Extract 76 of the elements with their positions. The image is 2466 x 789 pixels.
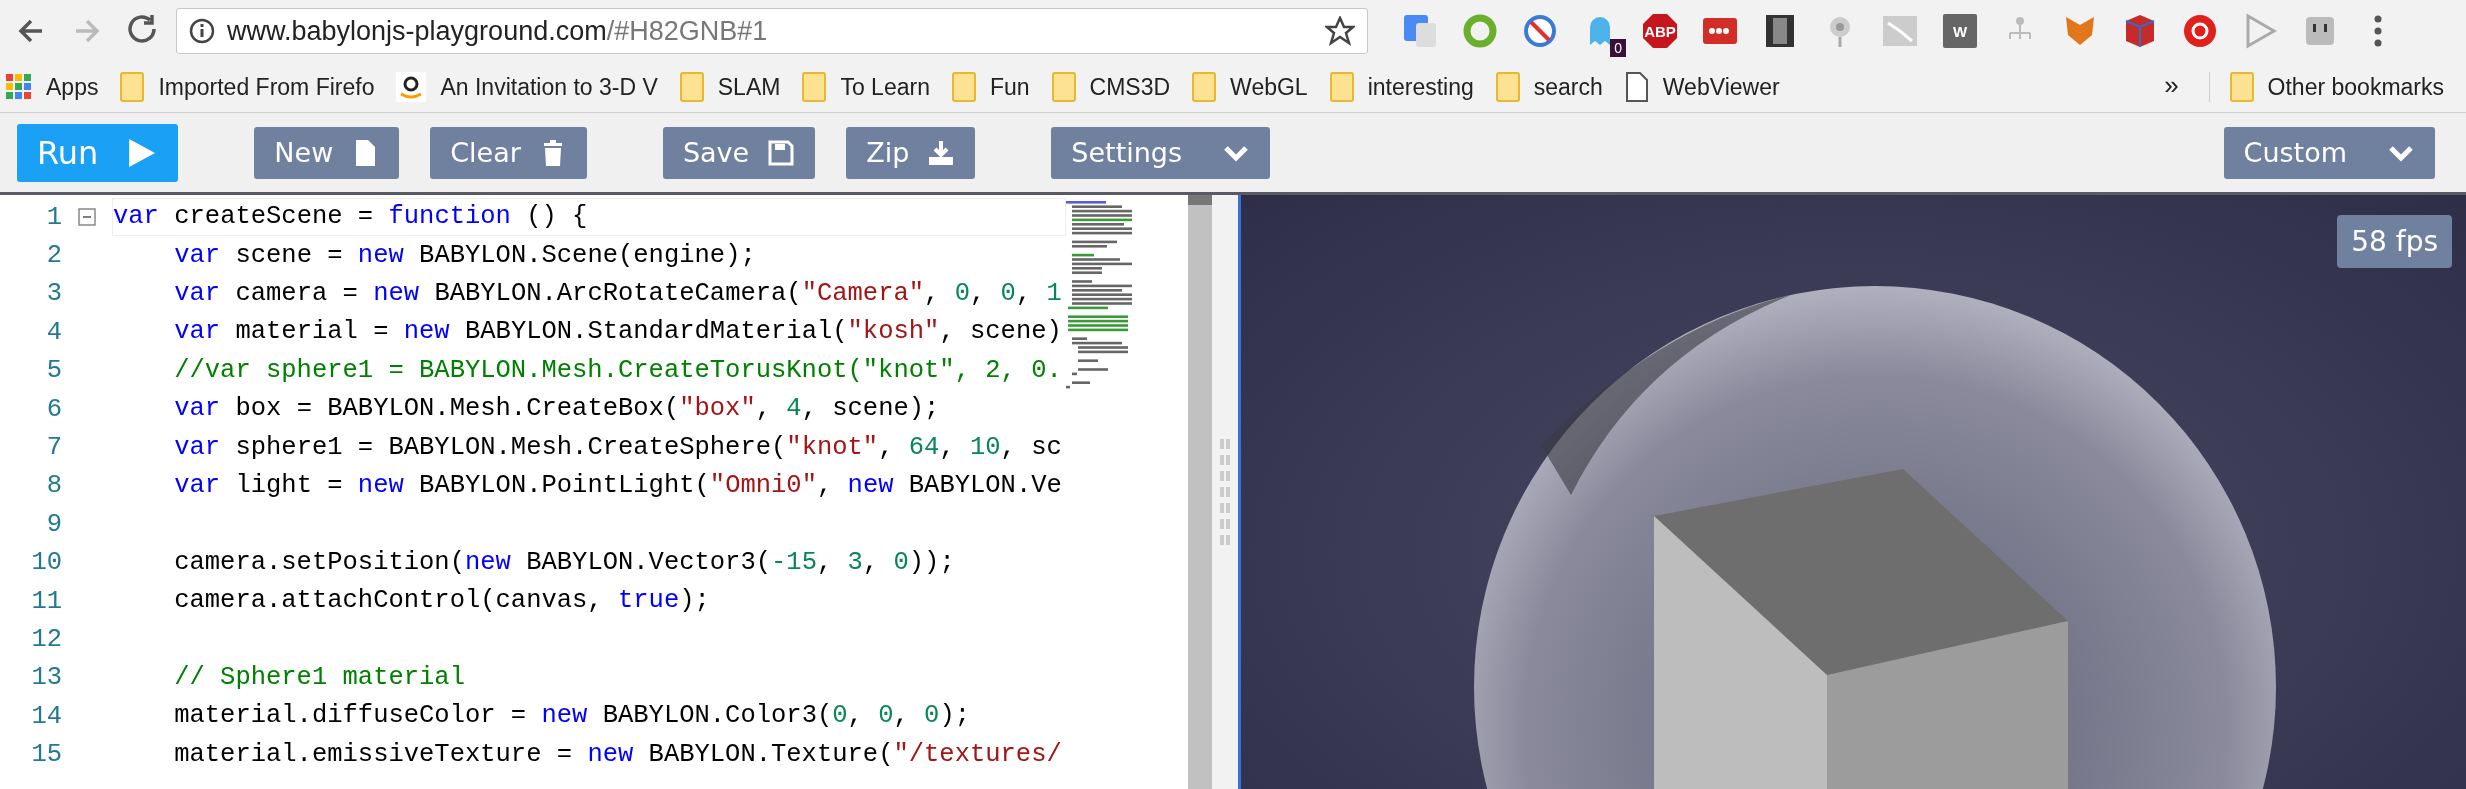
line-number: 4 xyxy=(45,317,62,347)
line-number: 12 xyxy=(30,625,62,654)
blocked-icon[interactable] xyxy=(1522,13,1558,49)
code-line: // Sphere1 material xyxy=(174,661,465,694)
bookmark-link[interactable]: interesting xyxy=(1367,73,1474,101)
bookmark-link[interactable]: WebGL xyxy=(1230,73,1308,101)
code-line: var box = BABYLON.Mesh.CreateBox("box", 4, scene); xyxy=(174,393,940,426)
letter-icon[interactable]: W xyxy=(1942,13,1978,49)
line-number: 2 xyxy=(45,241,62,271)
line-number: 6 xyxy=(45,394,62,424)
folder-icon xyxy=(1329,72,1354,102)
bookmark-link[interactable]: Imported From Firefo xyxy=(158,73,375,101)
bookmark-link[interactable]: Fun xyxy=(989,73,1030,101)
code-line: camera.attachControl(canvas, true); xyxy=(174,585,710,618)
code-line: var material = new BABYLON.StandardMaterial("kosh", scene) xyxy=(174,316,1062,349)
code-line: var camera = new BABYLON.ArcRotateCamera("Camera", 0, 0, 1 xyxy=(174,277,1062,310)
line-number: 13 xyxy=(30,663,62,693)
ring-icon[interactable] xyxy=(1462,13,1498,49)
bookmark-link[interactable]: WebViewer xyxy=(1662,73,1780,101)
line-number: 10 xyxy=(30,548,62,578)
line-number: 14 xyxy=(30,701,62,731)
folder-icon xyxy=(802,72,827,102)
code-line: camera.setPosition(new BABYLON.Vector3(-15, 3, 0)); xyxy=(174,546,955,579)
play-icon xyxy=(126,137,157,168)
floppy-icon xyxy=(767,138,796,167)
custom-button[interactable]: Custom xyxy=(2223,126,2435,179)
address-bar[interactable]: www.babylonjs-playground.com/#H82GNB#1 xyxy=(176,8,1368,54)
line-number: 9 xyxy=(45,509,62,539)
folder-icon xyxy=(2229,72,2254,102)
scrollbar[interactable] xyxy=(1188,195,1212,789)
line-number: 11 xyxy=(30,586,62,616)
line-number: 7 xyxy=(45,433,62,463)
bookmark-link[interactable]: search xyxy=(1533,73,1603,101)
bookmark-link[interactable]: CMS3D xyxy=(1089,73,1171,101)
bookmark-link[interactable]: SLAM xyxy=(717,73,781,101)
new-button[interactable]: New xyxy=(254,126,400,179)
folder-icon xyxy=(1192,72,1217,102)
star-icon[interactable] xyxy=(1325,16,1355,46)
folder-icon xyxy=(951,72,976,102)
translate-icon[interactable] xyxy=(1402,13,1438,49)
bookmark-link[interactable]: To Learn xyxy=(840,73,930,101)
code-line: var scene = new BABYLON.Scene(engine); xyxy=(174,239,756,272)
folder-icon xyxy=(1495,72,1520,102)
save-button[interactable]: Save xyxy=(662,126,816,179)
stop-sign-icon[interactable]: ABP xyxy=(1642,13,1678,49)
zip-button[interactable]: Zip xyxy=(846,126,976,179)
code-line: //var sphere1 = BABYLON.Mesh.CreateTorusKnot("knot", 2, 0. xyxy=(174,354,1062,387)
line-number: 15 xyxy=(30,740,62,770)
code-line: material.diffuseColor = new BABYLON.Color3(0, 0, 0); xyxy=(174,700,970,733)
notification-badge: 0 xyxy=(1610,39,1626,57)
line-number: 8 xyxy=(45,471,62,501)
apps-grid-icon xyxy=(6,74,32,100)
code-line: var createScene = function () { xyxy=(113,201,588,234)
clear-button[interactable]: Clear xyxy=(430,126,587,179)
line-number: 1 xyxy=(45,202,62,232)
folder-icon xyxy=(1051,72,1076,102)
menu-icon[interactable] xyxy=(2374,15,2382,47)
fps-counter: 58 fps xyxy=(2337,215,2452,268)
render-viewport[interactable]: 58 fps xyxy=(1238,195,2466,789)
download-icon xyxy=(927,138,956,167)
bookmark-link[interactable]: Other bookmarks xyxy=(2267,73,2444,101)
folder-icon xyxy=(120,72,145,102)
bookmark-link[interactable]: Apps xyxy=(46,73,99,101)
info-icon xyxy=(189,18,215,44)
more-bookmarks-button[interactable]: » xyxy=(2164,69,2179,105)
line-number: 3 xyxy=(45,279,62,309)
code-line: var light = new BABYLON.PointLight("Omni0", new BABYLON.Ve xyxy=(174,469,1062,502)
collapse-icon[interactable] xyxy=(78,208,96,227)
code-line: var sphere1 = BABYLON.Mesh.CreateSphere("knot", 64, 10, sc xyxy=(174,431,1062,464)
ring-icon[interactable] xyxy=(2182,13,2218,49)
settings-button[interactable]: Settings xyxy=(1051,126,1271,179)
line-number: 5 xyxy=(45,356,62,386)
code-line: material.emissiveTexture = new BABYLON.Texture("/textures/ xyxy=(174,738,1062,771)
document-icon xyxy=(1624,72,1649,102)
bookmark-link[interactable]: An Invitation to 3-D V xyxy=(440,73,658,101)
folder-icon xyxy=(679,72,704,102)
